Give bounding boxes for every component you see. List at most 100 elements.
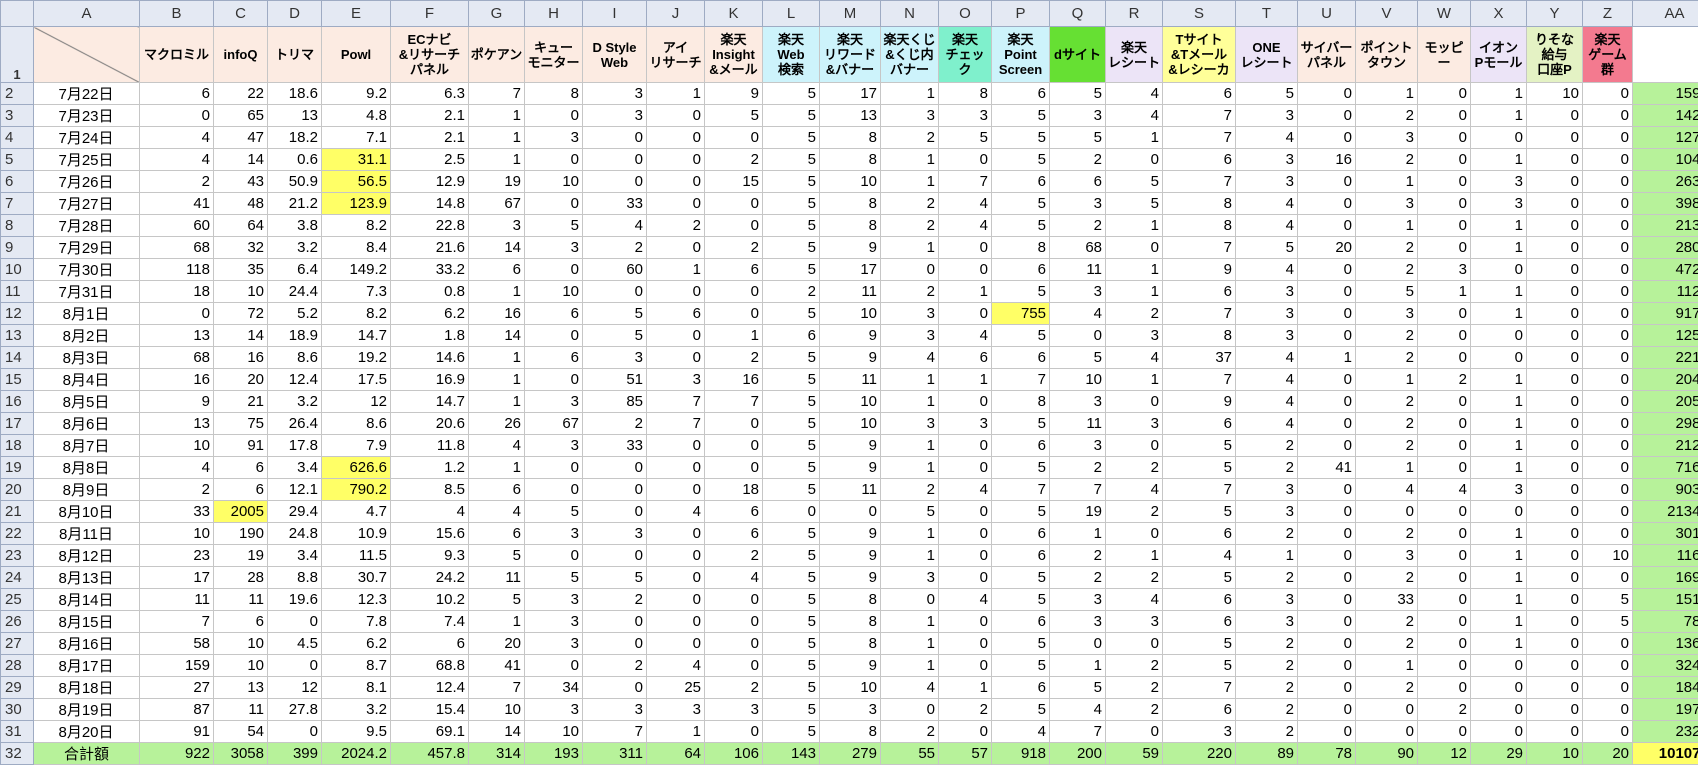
value-cell[interactable]: 2 [1355, 632, 1418, 655]
value-cell[interactable]: 67 [468, 192, 525, 215]
value-cell[interactable]: 0 [1582, 698, 1633, 721]
value-cell[interactable]: 11 [1049, 258, 1106, 281]
value-cell[interactable]: 3 [1049, 192, 1106, 215]
value-cell[interactable]: 8 [819, 720, 881, 743]
value-cell[interactable]: 0 [1297, 500, 1356, 523]
value-cell[interactable]: 0 [1582, 390, 1633, 413]
value-cell[interactable]: 4 [390, 500, 469, 523]
value-cell[interactable]: 8 [819, 214, 881, 237]
row-total-cell[interactable]: 280.2 [1632, 236, 1698, 259]
column-header-N[interactable]: N [880, 0, 939, 27]
value-cell[interactable]: 2 [1235, 522, 1298, 545]
value-cell[interactable]: 7 [991, 368, 1050, 391]
row-total-cell[interactable]: 151.1 [1632, 588, 1698, 611]
value-cell[interactable]: 2 [139, 170, 214, 193]
value-cell[interactable]: 14.6 [390, 346, 469, 369]
value-cell[interactable]: 11.8 [390, 434, 469, 457]
value-cell[interactable]: 2 [880, 214, 939, 237]
value-cell[interactable]: 14.7 [321, 324, 391, 347]
value-cell[interactable]: 19.6 [267, 588, 322, 611]
value-cell[interactable]: 5 [1049, 82, 1106, 105]
value-cell[interactable]: 1 [1297, 346, 1356, 369]
value-cell[interactable]: 0 [1417, 588, 1471, 611]
value-cell[interactable]: 3 [524, 698, 583, 721]
value-cell[interactable]: 3.2 [267, 236, 322, 259]
value-cell[interactable]: 11 [139, 588, 214, 611]
row-header[interactable]: 14 [0, 346, 34, 369]
row-total-cell[interactable]: 205.9 [1632, 390, 1698, 413]
value-cell[interactable]: 7 [1162, 104, 1236, 127]
value-cell[interactable]: 5 [1355, 280, 1418, 303]
value-cell[interactable]: 3 [524, 588, 583, 611]
row-total-cell[interactable]: 903.8 [1632, 478, 1698, 501]
value-cell[interactable]: 2 [880, 478, 939, 501]
value-cell[interactable]: 0 [1417, 170, 1471, 193]
value-cell[interactable]: 8.2 [321, 302, 391, 325]
value-cell[interactable]: 10 [213, 280, 268, 303]
value-cell[interactable]: 0 [1526, 588, 1583, 611]
value-cell[interactable]: 2 [938, 698, 992, 721]
row-total-cell[interactable]: 104.2 [1632, 148, 1698, 171]
value-cell[interactable]: 13 [139, 412, 214, 435]
total-cell[interactable]: 78 [1297, 742, 1356, 765]
value-cell[interactable]: 8.8 [267, 566, 322, 589]
value-cell[interactable]: 3 [1235, 302, 1298, 325]
value-cell[interactable]: 0 [938, 632, 992, 655]
value-cell[interactable]: 9.3 [390, 544, 469, 567]
value-cell[interactable]: 21.2 [267, 192, 322, 215]
value-cell[interactable]: 4 [938, 324, 992, 347]
value-cell[interactable]: 5 [991, 654, 1050, 677]
value-cell[interactable]: 1.2 [390, 456, 469, 479]
value-cell[interactable]: 9 [819, 236, 881, 259]
value-cell[interactable]: 6 [991, 170, 1050, 193]
row-header[interactable]: 12 [0, 302, 34, 325]
value-cell[interactable]: 0 [704, 192, 763, 215]
value-cell[interactable]: 17.5 [321, 368, 391, 391]
column-header-AA[interactable]: AA [1632, 0, 1698, 27]
value-cell[interactable]: 0 [1297, 610, 1356, 633]
row-total-cell[interactable]: 112.5 [1632, 280, 1698, 303]
value-cell[interactable]: 51 [582, 368, 647, 391]
value-cell[interactable]: 3 [880, 412, 939, 435]
value-cell[interactable]: 0 [938, 302, 992, 325]
header-cell[interactable]: 楽天 レシート [1105, 26, 1163, 83]
row-total-cell[interactable]: 125.4 [1632, 324, 1698, 347]
value-cell[interactable]: 3 [1417, 258, 1471, 281]
value-cell[interactable]: 8 [524, 82, 583, 105]
value-cell[interactable]: 5 [991, 412, 1050, 435]
value-cell[interactable]: 2 [880, 280, 939, 303]
column-header-A[interactable]: A [33, 0, 140, 27]
value-cell[interactable]: 1 [1049, 654, 1106, 677]
value-cell[interactable]: 1 [1470, 632, 1527, 655]
value-cell[interactable]: 0 [1297, 676, 1356, 699]
value-cell[interactable]: 3 [524, 390, 583, 413]
value-cell[interactable]: 3 [582, 104, 647, 127]
column-header-W[interactable]: W [1417, 0, 1471, 27]
value-cell[interactable]: 149.2 [321, 258, 391, 281]
value-cell[interactable]: 24.2 [390, 566, 469, 589]
value-cell[interactable]: 2 [1355, 148, 1418, 171]
row-total-cell[interactable]: 204.8 [1632, 368, 1698, 391]
value-cell[interactable]: 3 [582, 698, 647, 721]
value-cell[interactable]: 0 [1526, 456, 1583, 479]
value-cell[interactable]: 2 [1355, 434, 1418, 457]
value-cell[interactable]: 3 [704, 698, 763, 721]
value-cell[interactable]: 1 [938, 676, 992, 699]
row-header[interactable]: 19 [0, 456, 34, 479]
value-cell[interactable]: 0 [938, 236, 992, 259]
value-cell[interactable]: 1 [1470, 456, 1527, 479]
value-cell[interactable]: 1 [1355, 654, 1418, 677]
value-cell[interactable]: 4 [1105, 346, 1163, 369]
value-cell[interactable]: 3 [1105, 610, 1163, 633]
value-cell[interactable]: 5 [582, 566, 647, 589]
value-cell[interactable]: 9 [819, 522, 881, 545]
value-cell[interactable]: 3.4 [267, 544, 322, 567]
value-cell[interactable]: 1 [1470, 302, 1527, 325]
value-cell[interactable]: 12.9 [390, 170, 469, 193]
value-cell[interactable]: 3 [1355, 544, 1418, 567]
value-cell[interactable]: 4 [704, 566, 763, 589]
value-cell[interactable]: 6 [1162, 588, 1236, 611]
value-cell[interactable]: 2 [1235, 676, 1298, 699]
row-total-cell[interactable]: 298.6 [1632, 412, 1698, 435]
value-cell[interactable]: 0 [880, 588, 939, 611]
